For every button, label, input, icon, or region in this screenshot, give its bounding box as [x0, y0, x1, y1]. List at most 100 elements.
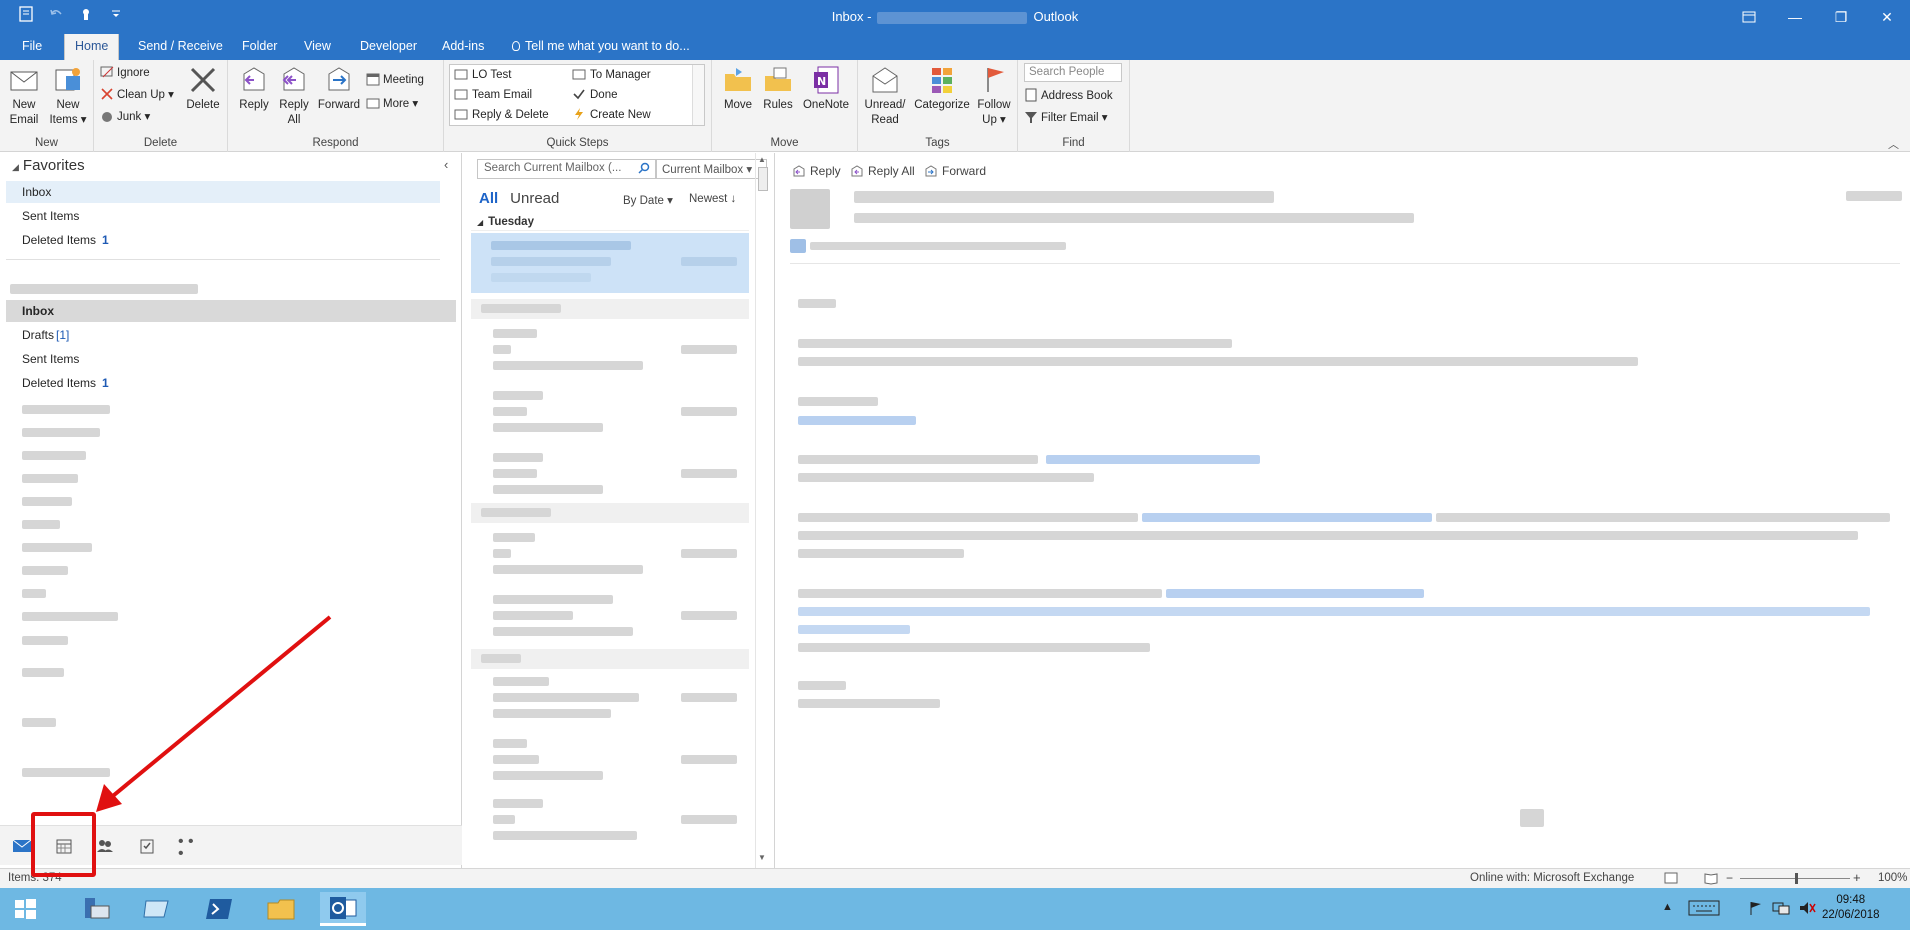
action-center-flag-icon[interactable]	[1748, 900, 1764, 919]
ignore-button[interactable]: Ignore	[100, 63, 150, 83]
file-share-icon[interactable]	[134, 892, 180, 926]
favorite-sent-items[interactable]: Sent Items	[6, 205, 440, 227]
list-item[interactable]	[471, 527, 749, 587]
list-item[interactable]	[471, 589, 749, 649]
delete-button[interactable]: Delete	[182, 64, 224, 113]
folder-redacted[interactable]	[22, 566, 68, 575]
reading-reply-all-button[interactable]: Reply All	[850, 164, 915, 178]
junk-button[interactable]: Junk ▾	[100, 107, 150, 127]
quick-step-reply-delete[interactable]: Reply & Delete	[454, 108, 549, 121]
filter-unread-tab[interactable]: Unread	[510, 190, 559, 207]
link-redacted[interactable]	[1142, 513, 1432, 522]
people-icon[interactable]	[95, 836, 115, 856]
restore-button[interactable]: ❐	[1818, 0, 1864, 34]
forward-button[interactable]: Forward	[316, 64, 362, 113]
unread-read-button[interactable]: Unread/ Read	[862, 64, 908, 128]
volume-icon[interactable]	[1798, 900, 1816, 919]
minimize-button[interactable]: —	[1772, 0, 1818, 34]
folder-redacted[interactable]	[22, 474, 78, 483]
collapse-pane-icon[interactable]: ‹	[444, 157, 448, 172]
sort-by-date-dropdown[interactable]: By Date ▾	[623, 193, 673, 207]
scroll-up-icon[interactable]: ▲	[758, 155, 766, 164]
more-button[interactable]: More ▾	[366, 94, 418, 114]
rules-button[interactable]: Rules	[760, 64, 796, 113]
search-mailbox-input[interactable]: Search Current Mailbox (...	[477, 159, 657, 179]
new-email-button[interactable]: New Email	[6, 64, 42, 128]
move-button[interactable]: Move	[720, 64, 756, 113]
tab-home[interactable]: Home	[64, 34, 120, 61]
powershell-icon[interactable]	[196, 892, 242, 926]
list-item[interactable]	[471, 385, 749, 445]
file-explorer-icon[interactable]	[258, 892, 304, 926]
search-scope-dropdown[interactable]: Current Mailbox ▾	[655, 159, 767, 179]
tell-me-box[interactable]: Tell me what you want to do...	[502, 34, 700, 60]
quick-step-done[interactable]: Done	[572, 88, 618, 101]
list-item[interactable]	[471, 673, 749, 733]
link-redacted[interactable]	[1166, 589, 1424, 598]
taskbar-clock[interactable]: 09:48 22/06/2018	[1822, 893, 1880, 923]
folder-redacted[interactable]	[22, 589, 46, 598]
favorite-inbox[interactable]: Inbox	[6, 181, 440, 203]
tab-add-ins[interactable]: Add-ins	[432, 34, 494, 60]
mail-icon[interactable]	[12, 836, 32, 856]
tasks-icon[interactable]	[137, 836, 157, 856]
zoom-out-icon[interactable]: −	[1726, 871, 1733, 885]
ribbon-display-options-icon[interactable]	[1726, 0, 1772, 34]
onenote-button[interactable]: N OneNote	[800, 64, 852, 113]
search-icon[interactable]	[638, 162, 650, 177]
group-header[interactable]	[471, 299, 749, 319]
start-button-icon[interactable]	[2, 892, 48, 926]
quick-step-team-email[interactable]: Team Email	[454, 88, 532, 101]
categorize-button[interactable]: Categorize	[912, 64, 972, 113]
quick-step-to-manager[interactable]: To Manager	[572, 68, 651, 81]
scroll-down-icon[interactable]: ▼	[758, 853, 766, 862]
folder-redacted[interactable]	[22, 405, 110, 414]
list-item[interactable]	[471, 733, 749, 793]
folder-redacted[interactable]	[22, 612, 118, 621]
quick-step-create-new[interactable]: Create New	[572, 108, 651, 121]
reading-reply-button[interactable]: Reply	[792, 164, 841, 178]
mailbox-drafts[interactable]: Drafts [1]	[6, 324, 440, 346]
zoom-level[interactable]: 100%	[1878, 872, 1907, 884]
folder-group-redacted[interactable]	[22, 718, 56, 727]
address-book-button[interactable]: Address Book	[1024, 86, 1113, 106]
clean-up-button[interactable]: Clean Up ▾	[100, 85, 174, 105]
scrollbar-thumb[interactable]	[758, 167, 768, 191]
folder-redacted[interactable]	[22, 520, 60, 529]
search-people-input[interactable]: Search People	[1024, 63, 1122, 82]
tab-folder[interactable]: Folder	[232, 34, 287, 60]
folder-redacted[interactable]	[22, 636, 68, 645]
list-item[interactable]	[471, 323, 749, 383]
quick-step-lo-test[interactable]: LO Test	[454, 68, 511, 81]
group-header[interactable]	[471, 649, 749, 669]
group-header[interactable]	[471, 503, 749, 523]
tab-developer[interactable]: Developer	[350, 34, 427, 60]
folder-group-redacted[interactable]	[22, 668, 64, 677]
reading-forward-button[interactable]: Forward	[924, 164, 986, 178]
reply-button[interactable]: Reply	[236, 64, 272, 113]
zoom-in-icon[interactable]: +	[1853, 870, 1861, 885]
keyboard-icon[interactable]	[1688, 899, 1720, 920]
tab-send-receive[interactable]: Send / Receive	[128, 34, 233, 60]
collapse-ribbon-icon[interactable]: ︿	[1888, 136, 1899, 152]
list-item[interactable]	[471, 233, 749, 293]
sort-order-toggle[interactable]: Newest ↓	[689, 193, 736, 205]
more-apps-icon[interactable]: • • •	[178, 834, 198, 862]
group-header-tuesday[interactable]: ◢ Tuesday	[471, 213, 749, 231]
quick-steps-scrollbar[interactable]	[692, 65, 704, 125]
message-list-scrollbar[interactable]: ▲ ▼	[755, 153, 770, 868]
show-hidden-icons[interactable]: ▲	[1662, 901, 1673, 913]
folder-redacted[interactable]	[22, 451, 86, 460]
reply-all-button[interactable]: Reply All	[276, 64, 312, 128]
mailbox-sent-items[interactable]: Sent Items	[6, 348, 440, 370]
list-item[interactable]	[471, 793, 749, 853]
meeting-button[interactable]: Meeting	[366, 70, 424, 90]
normal-view-icon[interactable]	[1664, 871, 1678, 888]
folder-group-redacted[interactable]	[22, 768, 110, 777]
outlook-taskbar-icon[interactable]	[320, 892, 366, 926]
mailbox-inbox[interactable]: Inbox	[6, 300, 456, 322]
server-manager-icon[interactable]	[72, 892, 118, 926]
mailbox-deleted-items[interactable]: Deleted Items 1	[6, 372, 440, 394]
link-redacted[interactable]	[798, 416, 916, 425]
follow-up-button[interactable]: Follow Up ▾	[974, 64, 1014, 128]
